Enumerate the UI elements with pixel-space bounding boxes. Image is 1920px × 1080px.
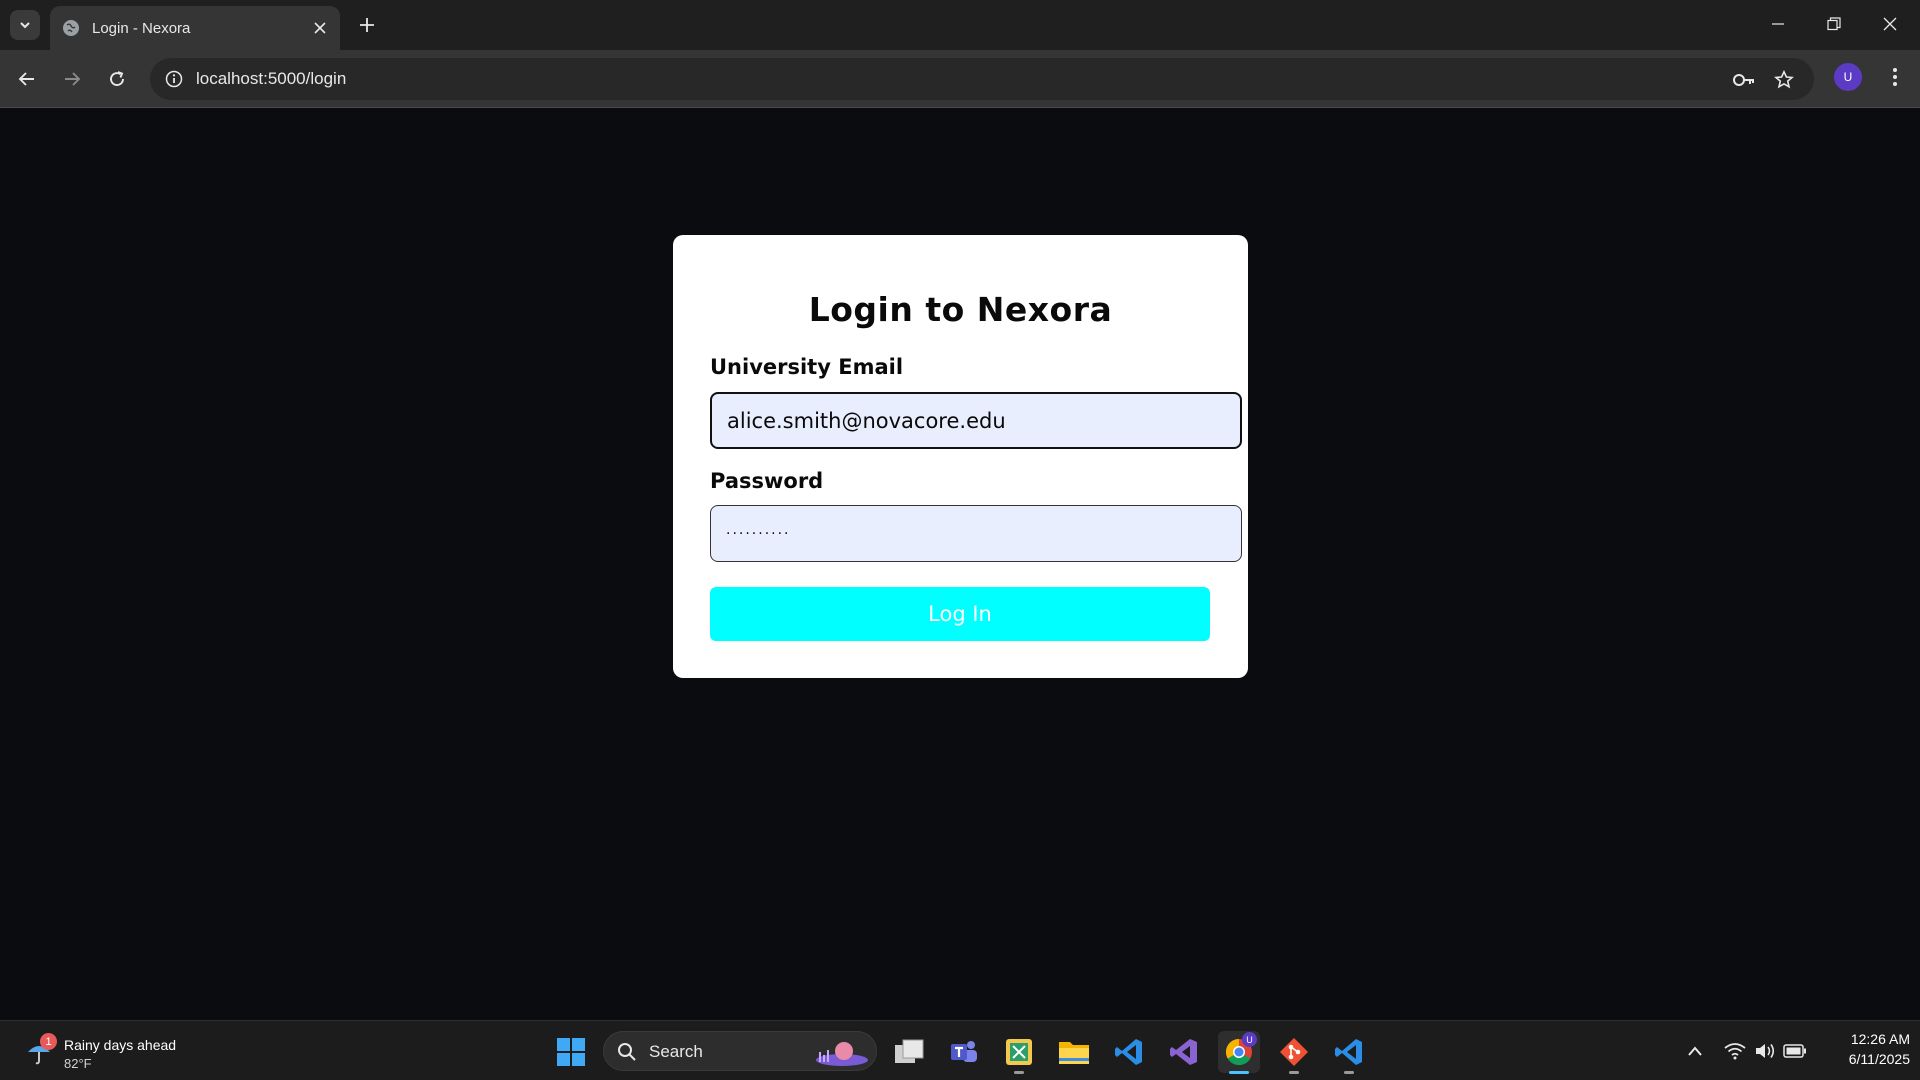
bookmark-star-icon[interactable] xyxy=(1770,66,1798,94)
weather-temperature: 82°F xyxy=(64,1056,92,1071)
chrome-profile-badge: U xyxy=(1242,1032,1257,1047)
running-indicator xyxy=(1344,1071,1354,1074)
new-tab-button[interactable] xyxy=(352,10,382,40)
close-tab-icon[interactable] xyxy=(310,18,330,38)
vscode-button-2[interactable] xyxy=(1328,1031,1370,1074)
battery-icon[interactable] xyxy=(1783,1039,1807,1063)
more-vertical-icon xyxy=(1893,68,1897,86)
teams-button[interactable] xyxy=(943,1031,985,1073)
git-icon xyxy=(1280,1038,1308,1066)
search-label: Search xyxy=(649,1042,703,1061)
globe-icon xyxy=(62,19,80,37)
reload-button[interactable] xyxy=(100,62,134,96)
clock-date: 6/11/2025 xyxy=(1848,1051,1910,1067)
start-button[interactable] xyxy=(550,1031,592,1073)
forward-arrow-icon xyxy=(65,72,81,86)
back-button[interactable] xyxy=(10,62,44,96)
login-card: Login to Nexora University Email Passwor… xyxy=(673,235,1248,678)
minimize-button[interactable] xyxy=(1750,0,1806,48)
weather-badge: 1 xyxy=(40,1033,57,1050)
active-indicator xyxy=(1229,1071,1249,1074)
teams-icon xyxy=(951,1041,977,1062)
minimize-icon xyxy=(1772,23,1784,25)
search-highlight-icon xyxy=(816,1042,868,1066)
plus-icon xyxy=(360,18,374,32)
password-field[interactable] xyxy=(710,505,1242,562)
vscode-icon xyxy=(1335,1039,1362,1065)
browser-menu-button[interactable] xyxy=(1880,62,1910,92)
task-view-icon xyxy=(895,1039,924,1063)
search-icon xyxy=(616,1041,638,1063)
restore-icon xyxy=(1827,17,1841,31)
login-title: Login to Nexora xyxy=(808,290,1113,329)
close-icon xyxy=(1883,17,1897,31)
address-bar[interactable]: localhost:5000/login xyxy=(150,58,1814,100)
taskbar-clock[interactable]: 12:26 AM 6/11/2025 xyxy=(1810,1031,1910,1067)
password-key-icon[interactable] xyxy=(1730,66,1758,94)
chrome-button[interactable]: U xyxy=(1218,1031,1260,1074)
tab-search-button[interactable] xyxy=(10,10,40,40)
volume-icon[interactable] xyxy=(1753,1039,1777,1063)
reload-icon xyxy=(110,71,124,86)
email-field[interactable] xyxy=(710,392,1242,449)
running-indicator xyxy=(1014,1071,1024,1074)
tab-title: Login - Nexora xyxy=(92,19,191,37)
email-label: University Email xyxy=(710,355,904,379)
running-indicator xyxy=(1289,1071,1299,1074)
chevron-up-icon xyxy=(1688,1046,1702,1056)
url-text: localhost:5000/login xyxy=(196,69,347,88)
restore-button[interactable] xyxy=(1806,0,1862,48)
windows-start-icon xyxy=(557,1038,585,1066)
clock-time: 12:26 AM xyxy=(1850,1031,1910,1047)
wifi-icon[interactable] xyxy=(1723,1039,1747,1063)
page-viewport: Login to Nexora University Email Passwor… xyxy=(0,109,1920,1021)
task-view-button[interactable] xyxy=(888,1031,930,1073)
forward-button[interactable] xyxy=(55,62,89,96)
git-button[interactable] xyxy=(1273,1031,1315,1074)
tab-login-nexora[interactable]: Login - Nexora xyxy=(50,6,340,50)
taskbar-search[interactable]: Search xyxy=(603,1031,877,1071)
password-label: Password xyxy=(710,469,824,493)
back-arrow-icon xyxy=(18,72,34,86)
browser-toolbar: localhost:5000/login U xyxy=(0,50,1920,108)
browser-tab-strip: Login - Nexora xyxy=(0,0,1920,50)
chevron-down-icon xyxy=(20,22,30,29)
visual-studio-button[interactable] xyxy=(1163,1031,1205,1073)
snipping-tool-button[interactable] xyxy=(998,1031,1040,1074)
login-button[interactable]: Log In xyxy=(710,587,1210,641)
vscode-icon xyxy=(1115,1039,1142,1065)
taskbar: 1 Rainy days ahead 82°F Search U 12:26 A… xyxy=(0,1020,1920,1080)
visual-studio-icon xyxy=(1170,1039,1197,1065)
file-explorer-button[interactable] xyxy=(1053,1031,1095,1073)
close-window-button[interactable] xyxy=(1862,0,1918,48)
weather-title: Rainy days ahead xyxy=(64,1037,177,1053)
file-explorer-icon xyxy=(1059,1042,1089,1064)
site-info-icon[interactable] xyxy=(160,65,188,93)
profile-avatar[interactable]: U xyxy=(1834,63,1862,91)
show-hidden-icons-button[interactable] xyxy=(1683,1039,1707,1063)
snipping-tool-icon xyxy=(1006,1039,1032,1065)
vscode-button[interactable] xyxy=(1108,1031,1150,1073)
weather-widget[interactable]: 1 Rainy days ahead 82°F xyxy=(22,1029,222,1073)
